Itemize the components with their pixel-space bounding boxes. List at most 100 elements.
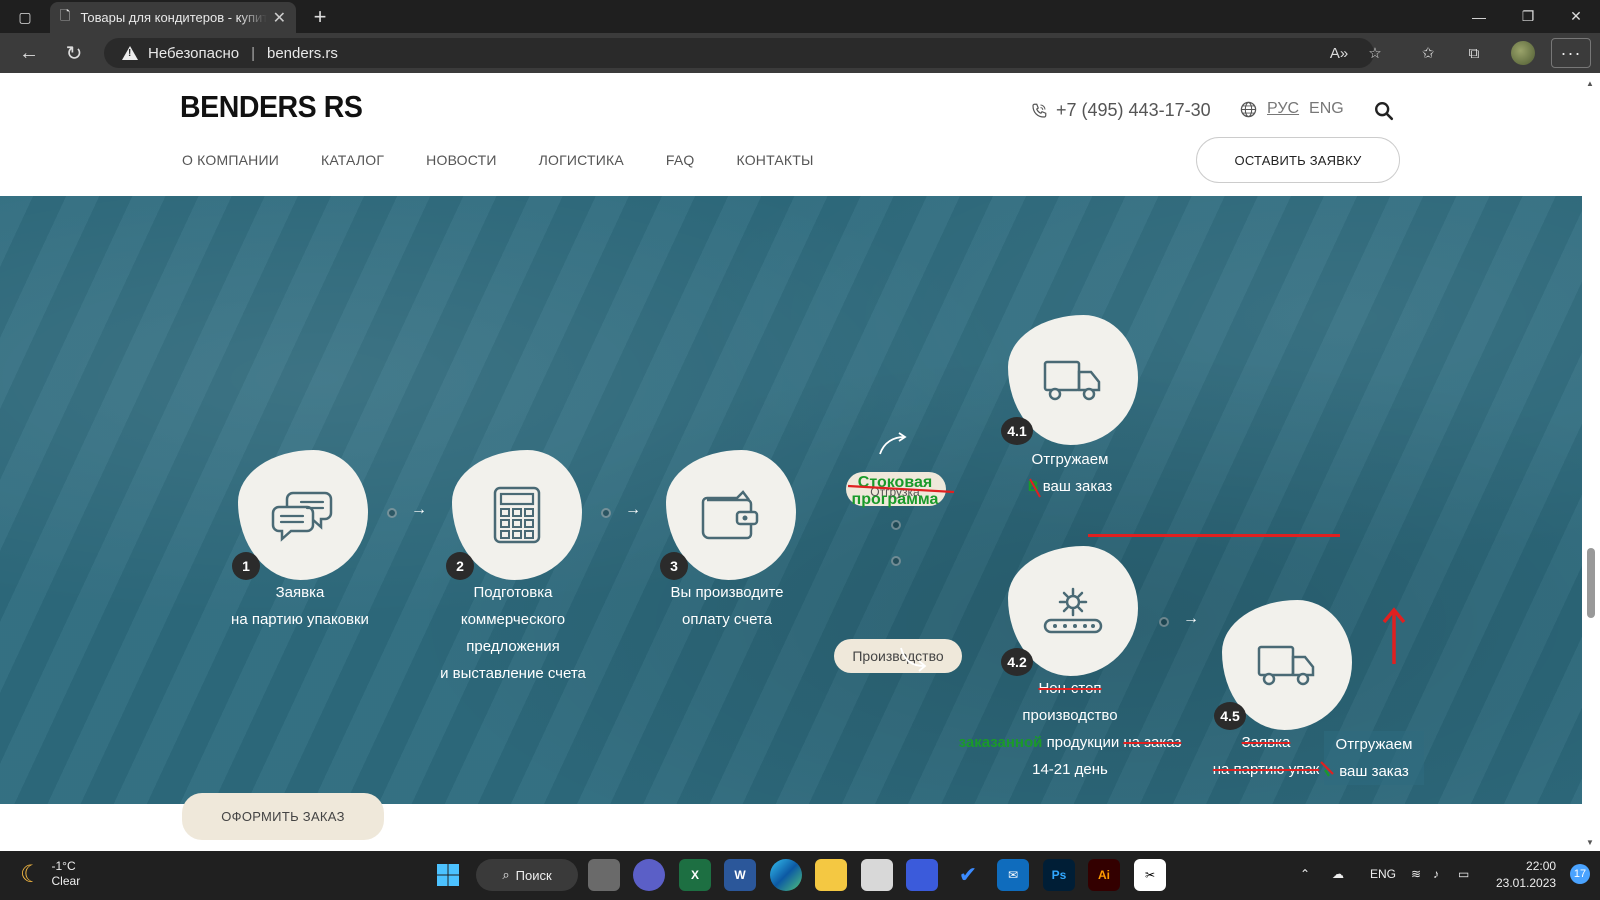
chat-bubbles-icon (271, 491, 333, 542)
moon-icon: ☾ (20, 860, 42, 888)
file-explorer-icon[interactable] (815, 859, 847, 891)
restore-icon[interactable]: ❐ (1505, 0, 1551, 33)
step-4-5-badge: 4.5 (1214, 702, 1246, 730)
calculator-icon (493, 486, 541, 544)
separator: | (251, 44, 255, 62)
close-tab-icon[interactable]: ✕ (273, 8, 286, 28)
show-hidden-icons[interactable]: ⌃ (1300, 867, 1310, 881)
back-button[interactable]: ← (13, 39, 45, 67)
input-language[interactable]: ENG (1370, 867, 1396, 881)
chat-app-icon[interactable] (633, 859, 665, 891)
connector-dot (601, 508, 611, 518)
read-aloud-icon[interactable]: A» (1324, 39, 1354, 67)
menu-item-faq[interactable]: FAQ (666, 152, 695, 168)
battery-icon[interactable]: ▭ (1458, 867, 1469, 881)
step-2-text: Подготовка коммерческого предложения и в… (422, 579, 604, 687)
step-3-line2: оплату счета (682, 611, 772, 628)
address-bar[interactable]: Небезопасно | benders.rs (104, 38, 1374, 68)
site-logo[interactable]: BENDERS RS (180, 89, 363, 125)
close-window-icon[interactable]: ✕ (1553, 0, 1599, 33)
mail-icon[interactable]: ✉ (997, 859, 1029, 891)
red-slash-mark (1029, 478, 1041, 498)
step-4-5-new-text: Отгружаем ваш заказ (1324, 731, 1424, 785)
lang-ru-link[interactable]: РУС (1267, 100, 1299, 118)
wifi-icon[interactable]: ≋ (1411, 867, 1421, 881)
taskbar-search[interactable]: ⌕ Поиск (476, 859, 578, 891)
menu-item-logistics[interactable]: ЛОГИСТИКА (539, 152, 624, 168)
edge-browser-icon[interactable] (770, 859, 802, 891)
curved-arrow-up-icon (879, 432, 907, 455)
tab-actions-icon[interactable]: ▢ (8, 4, 42, 30)
weather-condition: Clear (51, 874, 81, 888)
gear-conveyor-icon (1043, 587, 1103, 634)
connector-dot (891, 520, 901, 530)
red-check-mark (1320, 761, 1334, 777)
onedrive-icon[interactable]: ☁ (1332, 867, 1344, 881)
step-4-2-struck-word: на заказ (1123, 734, 1182, 751)
phone-contact[interactable]: +7 (495) 443-17-30 (1030, 100, 1211, 121)
phone-icon (1032, 103, 1047, 118)
task-view-icon[interactable] (588, 859, 620, 891)
search-icon[interactable] (1373, 100, 1395, 122)
add-favorite-icon[interactable]: ☆ (1360, 39, 1390, 67)
scroll-up-icon[interactable]: ▲ (1586, 79, 1596, 88)
step-3-badge: 3 (660, 552, 688, 580)
capcut-icon[interactable]: ✂ (1134, 859, 1166, 891)
curved-arrow-down-icon (900, 647, 927, 672)
new-tab-button[interactable]: + (306, 3, 334, 31)
main-menu: О КОМПАНИИ КАТАЛОГ НОВОСТИ ЛОГИСТИКА FAQ… (182, 152, 814, 168)
microsoft-store-icon[interactable] (861, 859, 893, 891)
word-icon[interactable]: W (724, 859, 756, 891)
step-4-2-badge: 4.2 (1001, 648, 1033, 676)
step-2-line2: коммерческого (460, 611, 566, 628)
todo-check-icon[interactable]: ✔ (952, 859, 984, 891)
language-switcher: РУС ENG (1240, 100, 1344, 118)
step-2-badge: 2 (446, 552, 474, 580)
profile-avatar[interactable] (1511, 41, 1535, 65)
favorites-icon[interactable]: ✩ (1413, 39, 1443, 67)
web-page: BENDERS RS +7 (495) 443-17-30 РУС ENG О … (0, 73, 1582, 851)
red-arrow-up-icon (1382, 607, 1406, 664)
scrollbar-thumb[interactable] (1587, 548, 1595, 618)
notification-badge[interactable]: 17 (1570, 864, 1590, 884)
security-label[interactable]: Небезопасно (148, 45, 239, 62)
volume-icon[interactable]: ♪ (1433, 867, 1439, 881)
windows-logo-icon (437, 864, 459, 886)
leave-request-button[interactable]: ОСТАВИТЬ ЗАЯВКУ (1196, 137, 1400, 183)
start-button[interactable] (432, 859, 464, 891)
globe-icon (1240, 101, 1257, 117)
minimize-icon[interactable]: — (1456, 0, 1502, 33)
page-scrollbar[interactable]: ▲ ▼ (1582, 73, 1600, 851)
phone-number[interactable]: +7 (495) 443-17-30 (1056, 100, 1211, 121)
lang-en-link[interactable]: ENG (1309, 100, 1344, 118)
connector-dot (891, 556, 901, 566)
illustrator-icon[interactable]: Ai (1088, 859, 1120, 891)
step-4-5-new-line1: Отгружаем (1335, 736, 1413, 753)
page-icon: 🗋 (60, 7, 71, 23)
refresh-button[interactable]: ↻ (58, 39, 90, 67)
menu-item-about[interactable]: О КОМПАНИИ (182, 152, 279, 168)
menu-item-catalog[interactable]: КАТАЛОГ (321, 152, 384, 168)
media-app-icon[interactable] (906, 859, 938, 891)
step-1-text: Заявка на партию упаковки (204, 579, 396, 633)
excel-icon[interactable]: X (679, 859, 711, 891)
browser-tab[interactable]: 🗋 Товары для кондитеров - купить ✕ (50, 2, 296, 33)
photoshop-icon[interactable]: Ps (1043, 859, 1075, 891)
step-2-line1: Подготовка (473, 584, 553, 601)
process-section: 1 Заявка на партию упаковки → 2 Подготов… (0, 196, 1582, 840)
system-clock[interactable]: 22:00 23.01.2023 (1496, 858, 1556, 892)
step-4-2-line2: производство (1022, 707, 1118, 724)
menu-item-news[interactable]: НОВОСТИ (426, 152, 496, 168)
menu-item-contacts[interactable]: КОНТАКТЫ (737, 152, 814, 168)
step-4-5-struck-line1: Заявка (1241, 734, 1291, 751)
step-3-line1: Вы производите (670, 584, 784, 601)
url-text[interactable]: benders.rs (267, 45, 338, 62)
windows-taskbar: ☾ -1°C Clear ⌕ Поиск X W ✔ ✉ Ps Ai ✂ ⌃ ☁… (0, 851, 1600, 900)
connector-dot (1159, 617, 1169, 627)
weather-widget[interactable]: ☾ -1°C Clear (20, 859, 80, 889)
step-4-1-text: Отгружаем В ваш заказ (998, 446, 1142, 500)
place-order-button[interactable]: ОФОРМИТЬ ЗАКАЗ (182, 793, 384, 840)
collections-icon[interactable]: ⧉ (1459, 39, 1489, 67)
settings-menu-button[interactable]: ··· (1551, 38, 1591, 68)
scroll-down-icon[interactable]: ▼ (1586, 838, 1596, 847)
